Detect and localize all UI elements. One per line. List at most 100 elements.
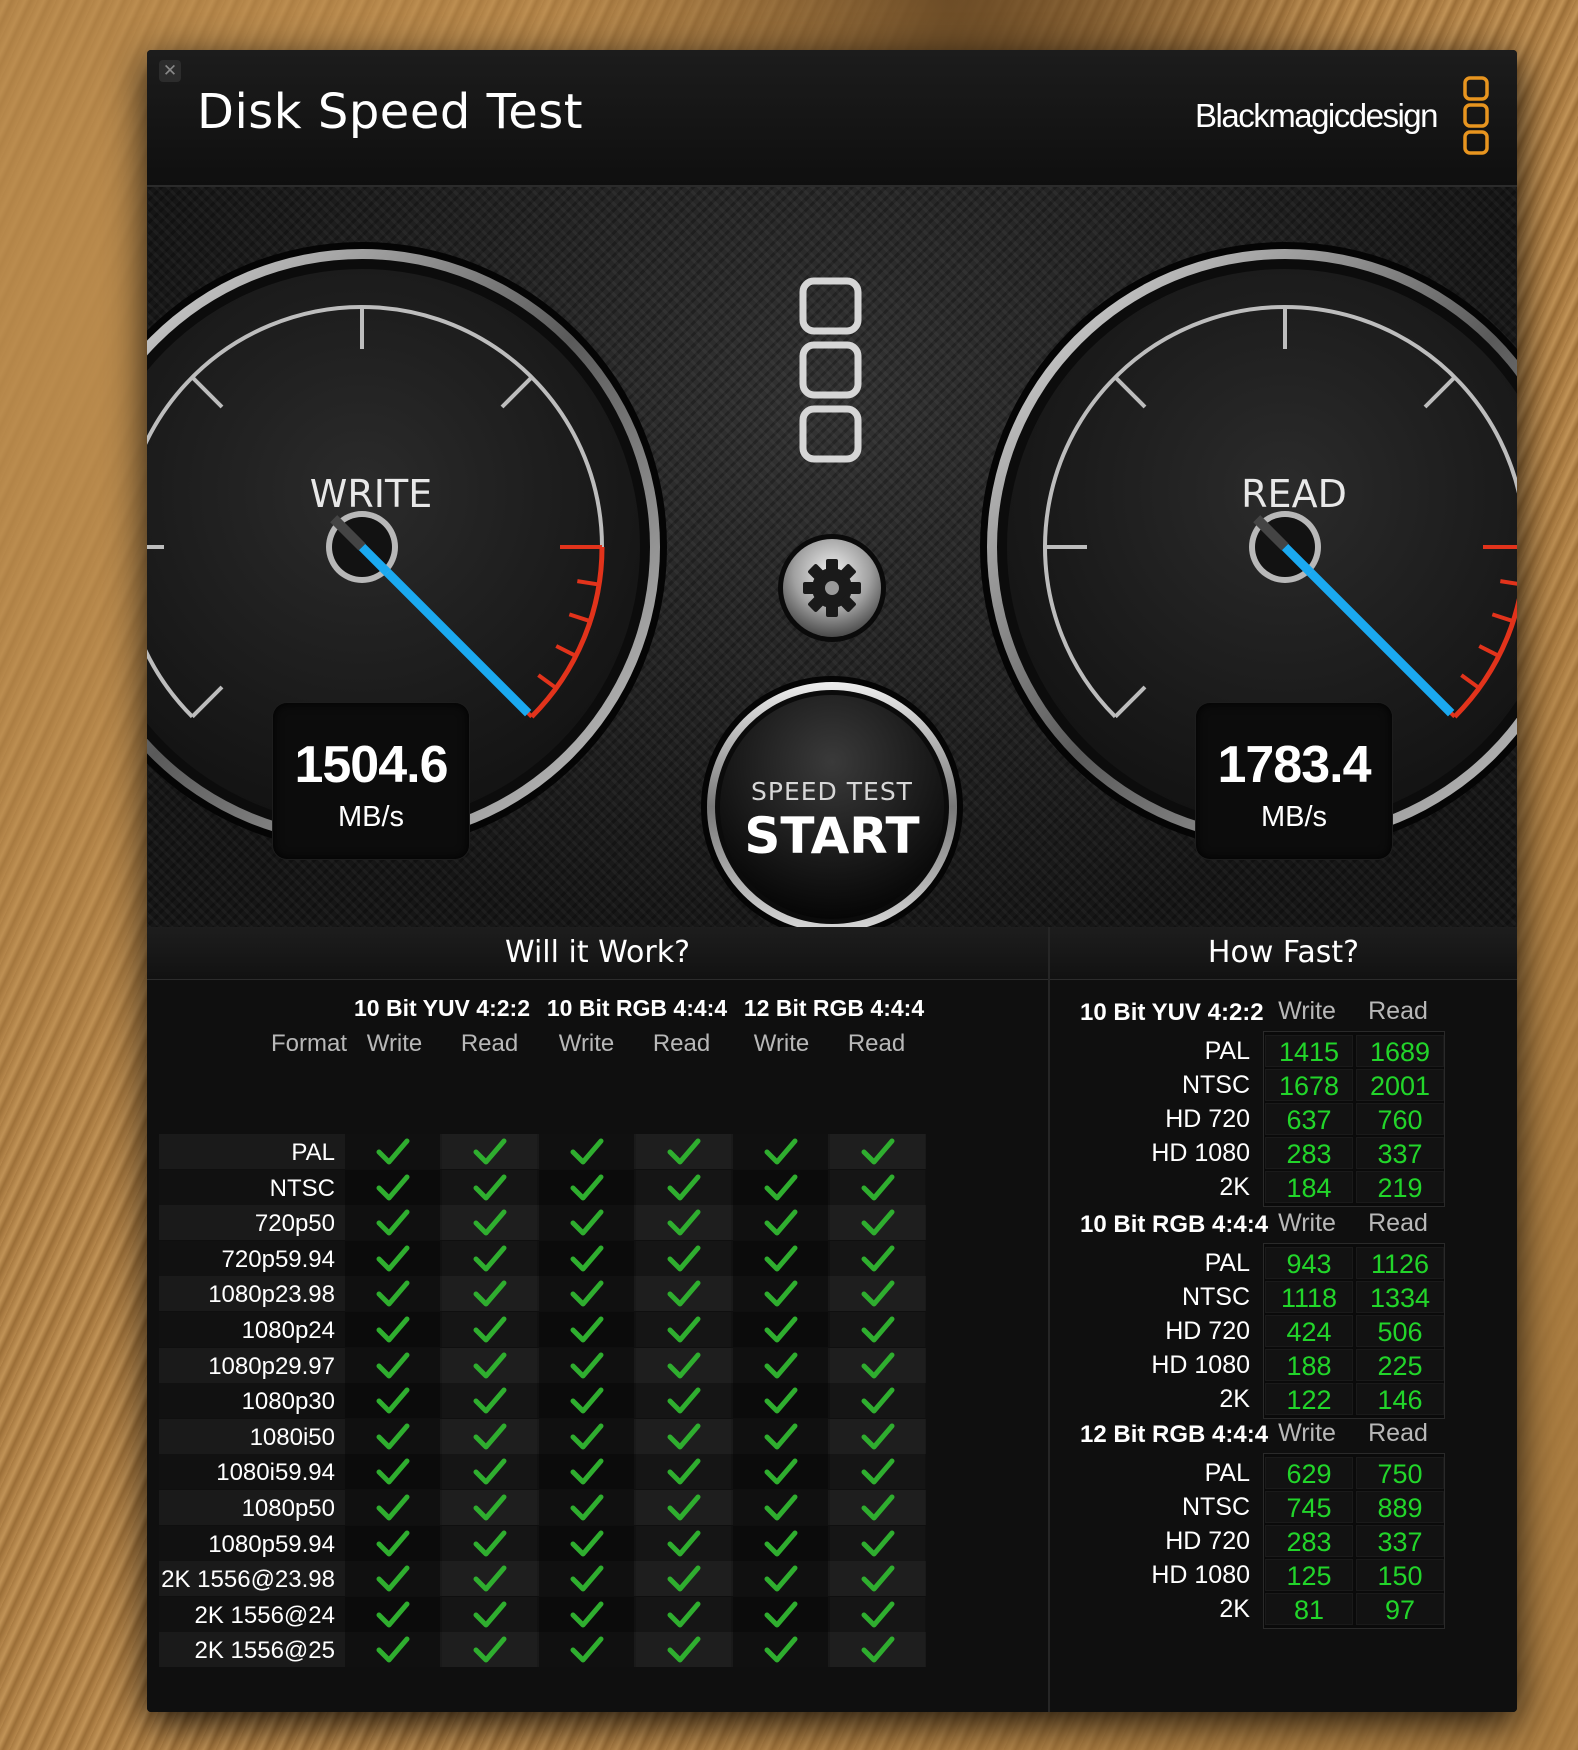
check-cell <box>733 1276 828 1312</box>
close-icon[interactable]: ✕ <box>159 60 181 82</box>
checkmark-icon <box>764 1601 798 1628</box>
check-cell <box>539 1561 634 1597</box>
format-label: 1080p23.98 <box>208 1281 335 1309</box>
checkmark-icon <box>376 1209 410 1236</box>
checkmark-icon <box>764 1530 798 1557</box>
check-cell <box>539 1134 634 1169</box>
how-fast-write-value: 1678 <box>1265 1069 1353 1101</box>
checkmark-icon <box>570 1352 604 1379</box>
check-cell <box>733 1525 828 1561</box>
check-cell <box>345 1383 440 1419</box>
how-fast-read-value: 506 <box>1356 1315 1444 1347</box>
checkmark-icon <box>764 1636 798 1663</box>
checkmark-icon <box>570 1458 604 1485</box>
read-readout: 1783.4 MB/s <box>1196 703 1392 859</box>
start-button[interactable]: SPEED TEST START <box>699 674 965 940</box>
check-cell <box>733 1347 828 1383</box>
checkmark-icon <box>473 1209 507 1236</box>
subcol-header: Read <box>847 1030 906 1057</box>
how-fast-write-value: 943 <box>1265 1247 1353 1279</box>
app-title: Disk Speed Test <box>197 84 584 140</box>
title-bar: ✕ Disk Speed Test Blackmagicdesign <box>147 50 1517 187</box>
checkmark-icon <box>473 1316 507 1343</box>
check-cell <box>830 1241 925 1276</box>
check-cell <box>345 1205 440 1241</box>
gear-icon[interactable] <box>776 532 888 644</box>
checkmark-icon <box>667 1352 701 1379</box>
checkmark-icon <box>570 1636 604 1663</box>
how-fast-format: NTSC <box>1181 1283 1250 1311</box>
table-row: 2K 1556@23.98 <box>159 1561 926 1597</box>
check-cell <box>636 1348 731 1383</box>
how-fast-read-header: Read <box>1368 1419 1428 1447</box>
check-cell <box>733 1205 828 1241</box>
start-button-subtitle: SPEED TEST <box>751 777 913 806</box>
check-cell <box>830 1490 925 1525</box>
how-fast-read-value: 1334 <box>1356 1281 1444 1313</box>
check-cell <box>636 1561 731 1596</box>
checkmark-icon <box>473 1458 507 1485</box>
brand-name: Blackmagicdesign <box>1195 97 1438 134</box>
checkmark-icon <box>861 1494 895 1521</box>
checkmark-icon <box>861 1601 895 1628</box>
how-fast-write-value: 1415 <box>1265 1035 1353 1067</box>
group-header-12bit-rgb: 12 Bit RGB 4:4:4 <box>743 995 925 1021</box>
check-cell <box>345 1347 440 1383</box>
checkmark-icon <box>473 1636 507 1663</box>
check-cell <box>345 1276 440 1312</box>
how-fast-write-value: 637 <box>1265 1103 1353 1135</box>
how-fast-read-value: 146 <box>1356 1383 1444 1415</box>
format-label: 1080i59.94 <box>216 1459 335 1487</box>
check-cell <box>345 1418 440 1454</box>
checkmark-icon <box>667 1174 701 1201</box>
table-row: 1080p24 <box>159 1312 926 1347</box>
how-fast-write-value: 283 <box>1265 1137 1353 1169</box>
check-cell <box>830 1419 925 1454</box>
subcol-header: Read <box>652 1030 711 1057</box>
checkmark-icon <box>473 1245 507 1272</box>
check-cell <box>636 1597 731 1632</box>
start-button-label: START <box>744 807 920 865</box>
checkmark-icon <box>376 1280 410 1307</box>
check-cell <box>733 1134 828 1169</box>
group-header-10bit-yuv: 10 Bit YUV 4:2:2 <box>354 995 530 1021</box>
checkmark-icon <box>861 1636 895 1663</box>
table-row: 2K 1556@24 <box>159 1596 926 1632</box>
app-window: ✕ Disk Speed Test Blackmagicdesign WRITE… <box>147 50 1517 1712</box>
check-cell <box>442 1348 537 1383</box>
checkmark-icon <box>570 1245 604 1272</box>
how-fast-title: How Fast? <box>1050 927 1517 980</box>
check-cell <box>636 1312 731 1347</box>
check-cell <box>539 1454 634 1490</box>
check-cell <box>830 1348 925 1383</box>
check-cell <box>539 1276 634 1312</box>
check-cell <box>830 1276 925 1311</box>
checkmark-icon <box>376 1494 410 1521</box>
checkmark-icon <box>667 1494 701 1521</box>
checkmark-icon <box>764 1245 798 1272</box>
how-fast-write-value: 424 <box>1265 1315 1353 1347</box>
how-fast-read-value: 97 <box>1356 1593 1444 1625</box>
how-fast-section-title: 10 Bit RGB 4:4:4 <box>1080 1211 1269 1238</box>
check-cell <box>733 1383 828 1419</box>
how-fast-read-value: 750 <box>1356 1457 1444 1489</box>
how-fast-write-value: 188 <box>1265 1349 1353 1381</box>
check-cell <box>733 1490 828 1525</box>
check-cell <box>345 1525 440 1561</box>
format-column-header: Format <box>270 1030 347 1057</box>
format-label: 1080p24 <box>241 1317 335 1344</box>
check-cell <box>442 1490 537 1525</box>
check-cell <box>442 1454 537 1489</box>
check-cell <box>830 1312 925 1347</box>
how-fast-read-value: 1689 <box>1356 1035 1444 1067</box>
format-label: 2K 1556@23.98 <box>161 1566 335 1594</box>
checkmark-icon <box>667 1209 701 1236</box>
checkmark-icon <box>570 1174 604 1201</box>
check-cell <box>830 1561 925 1596</box>
checkmark-icon <box>570 1280 604 1307</box>
checkmark-icon <box>764 1174 798 1201</box>
checkmark-icon <box>764 1458 798 1485</box>
table-row: 1080i50 <box>159 1418 926 1454</box>
check-cell <box>733 1596 828 1632</box>
how-fast-write-header: Write <box>1278 1209 1336 1237</box>
